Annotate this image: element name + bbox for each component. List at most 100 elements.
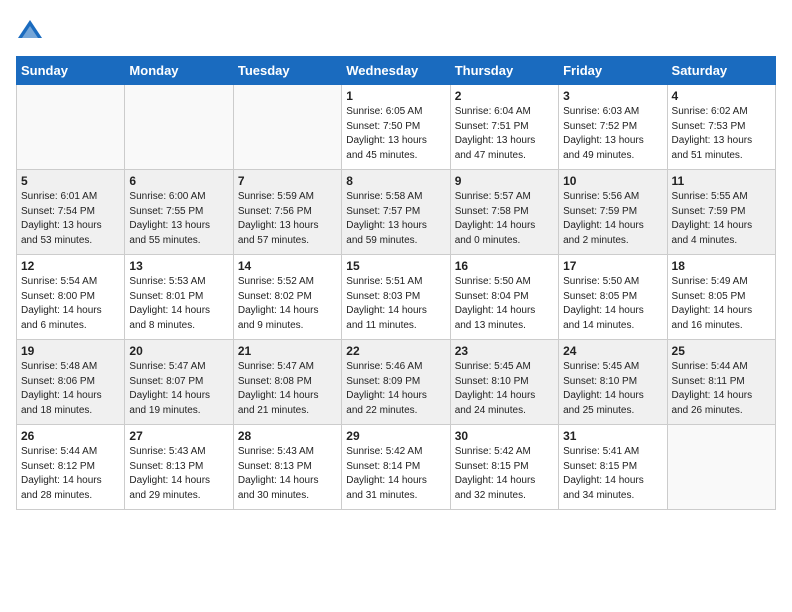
day-number: 1 (346, 89, 445, 103)
day-number: 15 (346, 259, 445, 273)
calendar-day-28: 28Sunrise: 5:43 AM Sunset: 8:13 PM Dayli… (233, 425, 341, 510)
day-info: Sunrise: 5:49 AM Sunset: 8:05 PM Dayligh… (672, 275, 771, 333)
day-info: Sunrise: 5:44 AM Sunset: 8:11 PM Dayligh… (672, 360, 771, 418)
day-info: Sunrise: 5:46 AM Sunset: 8:09 PM Dayligh… (346, 360, 445, 418)
day-info: Sunrise: 5:57 AM Sunset: 7:58 PM Dayligh… (455, 190, 554, 248)
day-number: 5 (21, 174, 120, 188)
calendar-week-4: 19 Sunrise: 5:48 AM Sunset: 8:06 PM Dayli… (17, 340, 776, 425)
weekday-header-saturday: Saturday (667, 57, 775, 85)
day-number: 18 (672, 259, 771, 273)
day-number: 30 (455, 429, 554, 443)
calendar-week-5: 26 Sunrise: 5:44 AM Sunset: 8:12 PM Dayli… (17, 425, 776, 510)
day-number: 12 (21, 259, 120, 273)
calendar-day-29: 29 Sunrise: 5:42 AM Sunset: 8:14 PM Dayli… (342, 425, 450, 510)
calendar-day-23: 23 Sunrise: 5:45 AM Sunset: 8:10 PM Dayli… (450, 340, 558, 425)
day-number: 24 (563, 344, 662, 358)
calendar-day-30: 30 Sunrise: 5:42 AM Sunset: 8:15 PM Dayli… (450, 425, 558, 510)
day-info: Sunrise: 5:54 AM Sunset: 8:00 PM Dayligh… (21, 275, 120, 333)
day-number: 31 (563, 429, 662, 443)
day-number: 16 (455, 259, 554, 273)
calendar-day-22: 22 Sunrise: 5:46 AM Sunset: 8:09 PM Dayli… (342, 340, 450, 425)
day-number: 29 (346, 429, 445, 443)
day-info: Sunrise: 6:05 AM Sunset: 7:50 PM Dayligh… (346, 105, 445, 163)
weekday-header-tuesday: Tuesday (233, 57, 341, 85)
day-number: 8 (346, 174, 445, 188)
day-info: Sunrise: 5:51 AM Sunset: 8:03 PM Dayligh… (346, 275, 445, 333)
day-info: Sunrise: 5:42 AM Sunset: 8:15 PM Dayligh… (455, 445, 554, 503)
day-number: 3 (563, 89, 662, 103)
day-info: Sunrise: 5:43 AM Sunset: 8:13 PM Dayligh… (129, 445, 228, 503)
day-info: Sunrise: 5:50 AM Sunset: 8:04 PM Dayligh… (455, 275, 554, 333)
day-number: 13 (129, 259, 228, 273)
day-number: 21 (238, 344, 337, 358)
day-info: Sunrise: 5:52 AM Sunset: 8:02 PM Dayligh… (238, 275, 337, 333)
day-number: 2 (455, 89, 554, 103)
day-number: 22 (346, 344, 445, 358)
calendar-day-16: 16 Sunrise: 5:50 AM Sunset: 8:04 PM Dayli… (450, 255, 558, 340)
calendar-empty (17, 85, 125, 170)
weekday-header-wednesday: Wednesday (342, 57, 450, 85)
day-number: 20 (129, 344, 228, 358)
day-info: Sunrise: 5:59 AM Sunset: 7:56 PM Dayligh… (238, 190, 337, 248)
day-number: 25 (672, 344, 771, 358)
logo (16, 16, 48, 44)
day-info: Sunrise: 5:47 AM Sunset: 8:07 PM Dayligh… (129, 360, 228, 418)
day-info: Sunrise: 5:56 AM Sunset: 7:59 PM Dayligh… (563, 190, 662, 248)
day-number: 23 (455, 344, 554, 358)
calendar-day-10: 10 Sunrise: 5:56 AM Sunset: 7:59 PM Dayli… (559, 170, 667, 255)
day-number: 7 (238, 174, 337, 188)
calendar-week-2: 5 Sunrise: 6:01 AM Sunset: 7:54 PM Daylig… (17, 170, 776, 255)
calendar-day-24: 24Sunrise: 5:45 AM Sunset: 8:10 PM Dayli… (559, 340, 667, 425)
day-info: Sunrise: 6:03 AM Sunset: 7:52 PM Dayligh… (563, 105, 662, 163)
weekday-header-row: SundayMondayTuesdayWednesdayThursdayFrid… (17, 57, 776, 85)
day-number: 9 (455, 174, 554, 188)
day-info: Sunrise: 5:44 AM Sunset: 8:12 PM Dayligh… (21, 445, 120, 503)
day-info: Sunrise: 5:42 AM Sunset: 8:14 PM Dayligh… (346, 445, 445, 503)
calendar-day-2: 2 Sunrise: 6:04 AM Sunset: 7:51 PM Daylig… (450, 85, 558, 170)
day-info: Sunrise: 5:47 AM Sunset: 8:08 PM Dayligh… (238, 360, 337, 418)
day-number: 11 (672, 174, 771, 188)
day-info: Sunrise: 5:48 AM Sunset: 8:06 PM Dayligh… (21, 360, 120, 418)
calendar-empty (233, 85, 341, 170)
calendar-day-18: 18 Sunrise: 5:49 AM Sunset: 8:05 PM Dayli… (667, 255, 775, 340)
day-info: Sunrise: 6:02 AM Sunset: 7:53 PM Dayligh… (672, 105, 771, 163)
calendar-week-1: 1 Sunrise: 6:05 AM Sunset: 7:50 PM Daylig… (17, 85, 776, 170)
calendar-empty (667, 425, 775, 510)
day-number: 14 (238, 259, 337, 273)
weekday-header-monday: Monday (125, 57, 233, 85)
calendar-week-3: 12 Sunrise: 5:54 AM Sunset: 8:00 PM Dayli… (17, 255, 776, 340)
calendar-day-6: 6 Sunrise: 6:00 AM Sunset: 7:55 PM Daylig… (125, 170, 233, 255)
day-info: Sunrise: 6:00 AM Sunset: 7:55 PM Dayligh… (129, 190, 228, 248)
day-info: Sunrise: 5:58 AM Sunset: 7:57 PM Dayligh… (346, 190, 445, 248)
page-header (16, 16, 776, 44)
calendar-day-1: 1 Sunrise: 6:05 AM Sunset: 7:50 PM Daylig… (342, 85, 450, 170)
day-info: Sunrise: 6:01 AM Sunset: 7:54 PM Dayligh… (21, 190, 120, 248)
day-number: 28 (238, 429, 337, 443)
calendar-day-14: 14 Sunrise: 5:52 AM Sunset: 8:02 PM Dayli… (233, 255, 341, 340)
day-info: Sunrise: 5:41 AM Sunset: 8:15 PM Dayligh… (563, 445, 662, 503)
calendar-day-19: 19 Sunrise: 5:48 AM Sunset: 8:06 PM Dayli… (17, 340, 125, 425)
calendar-empty (125, 85, 233, 170)
calendar-day-21: 21 Sunrise: 5:47 AM Sunset: 8:08 PM Dayli… (233, 340, 341, 425)
calendar-day-7: 7 Sunrise: 5:59 AM Sunset: 7:56 PM Daylig… (233, 170, 341, 255)
calendar-day-11: 11 Sunrise: 5:55 AM Sunset: 7:59 PM Dayli… (667, 170, 775, 255)
weekday-header-thursday: Thursday (450, 57, 558, 85)
day-number: 27 (129, 429, 228, 443)
weekday-header-sunday: Sunday (17, 57, 125, 85)
calendar-day-20: 20 Sunrise: 5:47 AM Sunset: 8:07 PM Dayli… (125, 340, 233, 425)
day-info: Sunrise: 5:45 AM Sunset: 8:10 PM Dayligh… (455, 360, 554, 418)
day-number: 10 (563, 174, 662, 188)
day-number: 19 (21, 344, 120, 358)
calendar-day-17: 17Sunrise: 5:50 AM Sunset: 8:05 PM Dayli… (559, 255, 667, 340)
calendar-day-27: 27 Sunrise: 5:43 AM Sunset: 8:13 PM Dayli… (125, 425, 233, 510)
day-info: Sunrise: 6:04 AM Sunset: 7:51 PM Dayligh… (455, 105, 554, 163)
calendar-day-15: 15 Sunrise: 5:51 AM Sunset: 8:03 PM Dayli… (342, 255, 450, 340)
day-info: Sunrise: 5:53 AM Sunset: 8:01 PM Dayligh… (129, 275, 228, 333)
day-info: Sunrise: 5:55 AM Sunset: 7:59 PM Dayligh… (672, 190, 771, 248)
calendar-day-12: 12 Sunrise: 5:54 AM Sunset: 8:00 PM Dayli… (17, 255, 125, 340)
calendar-day-31: 31 Sunrise: 5:41 AM Sunset: 8:15 PM Dayli… (559, 425, 667, 510)
day-number: 26 (21, 429, 120, 443)
calendar-day-8: 8 Sunrise: 5:58 AM Sunset: 7:57 PM Daylig… (342, 170, 450, 255)
day-number: 6 (129, 174, 228, 188)
calendar-day-4: 4Sunrise: 6:02 AM Sunset: 7:53 PM Daylig… (667, 85, 775, 170)
